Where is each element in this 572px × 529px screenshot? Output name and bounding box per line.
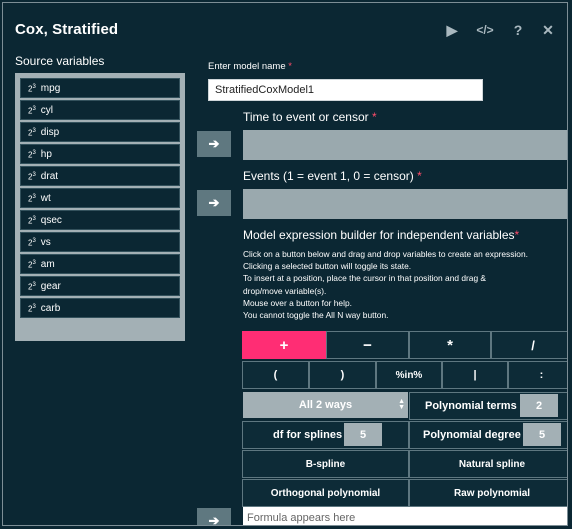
- updown-caret-icon: ▲ ▼: [398, 398, 405, 411]
- time-to-event-dropzone[interactable]: [243, 130, 567, 160]
- arrow-right-icon: ➔: [208, 195, 220, 210]
- numeric-type-icon: 23: [28, 237, 36, 248]
- source-variable-label: vs: [40, 236, 51, 248]
- source-variable-label: cyl: [40, 104, 54, 116]
- source-variable-item[interactable]: 23 cyl: [20, 100, 180, 120]
- df-splines-button[interactable]: df for splines: [242, 421, 409, 449]
- numeric-type-icon: 23: [28, 149, 36, 160]
- time-to-event-label: Time to event or censor *: [243, 110, 377, 124]
- polynomial-degree-input[interactable]: 5: [523, 423, 561, 446]
- source-variable-label: qsec: [40, 214, 62, 226]
- natural-spline-button[interactable]: Natural spline: [409, 450, 567, 478]
- numeric-type-icon-sup: 3: [32, 303, 36, 310]
- orthogonal-polynomial-button[interactable]: Orthogonal polynomial: [242, 479, 409, 507]
- title-toolbar: ▶ </> ? ✕: [445, 23, 555, 37]
- df-splines-input[interactable]: 5: [344, 423, 382, 446]
- move-to-formula-button[interactable]: ➔: [197, 508, 231, 526]
- source-variable-label: drat: [40, 170, 59, 182]
- numeric-type-icon: 23: [28, 281, 36, 292]
- multiply-button[interactable]: *: [409, 331, 491, 359]
- dialog-title: Cox, Stratified: [15, 21, 119, 38]
- numeric-type-icon: 23: [28, 83, 36, 94]
- source-variable-item[interactable]: 23 disp: [20, 122, 180, 142]
- source-variable-label: hp: [40, 148, 52, 160]
- source-variable-label: wt: [40, 192, 51, 204]
- code-icon[interactable]: </>: [475, 23, 495, 37]
- events-dropzone[interactable]: [243, 189, 567, 219]
- numeric-type-icon: 23: [28, 127, 36, 138]
- source-variable-item[interactable]: 23 wt: [20, 188, 180, 208]
- source-variable-label: carb: [40, 302, 61, 314]
- help-line: drop/move variable(s).: [243, 285, 327, 296]
- source-variable-item[interactable]: 23 carb: [20, 298, 180, 318]
- all-ways-select[interactable]: All 2 ways ▲ ▼: [243, 392, 408, 418]
- minus-button[interactable]: −: [326, 331, 409, 359]
- numeric-type-icon-sup: 3: [32, 149, 36, 156]
- colon-button[interactable]: :: [508, 361, 567, 389]
- numeric-type-icon-sup: 3: [32, 237, 36, 244]
- help-line: You cannot toggle the All N way button.: [243, 310, 389, 321]
- numeric-type-icon-sup: 3: [32, 281, 36, 288]
- help-line: Click on a button below and drag and dro…: [243, 249, 528, 259]
- numeric-type-icon-sup: 3: [32, 127, 36, 134]
- close-icon[interactable]: ✕: [541, 23, 555, 37]
- plus-button[interactable]: +: [242, 331, 326, 359]
- arrow-right-icon: ➔: [208, 513, 220, 526]
- builder-help-text: Click on a button below and drag and dro…: [243, 248, 567, 321]
- help-line: Clicking a selected button will toggle i…: [243, 261, 412, 272]
- numeric-type-icon-sup: 3: [32, 259, 36, 266]
- source-variable-item[interactable]: 23 hp: [20, 144, 180, 164]
- source-variable-item[interactable]: 23 mpg: [20, 78, 180, 98]
- numeric-type-icon-sup: 3: [32, 193, 36, 200]
- source-variables-list: 23 mpg 23 cyl 23 disp 23 hp 23 drat 23 wt 23 qsec 23 vs…: [15, 73, 185, 341]
- source-variable-item[interactable]: 23 qsec: [20, 210, 180, 230]
- numeric-type-icon: 23: [28, 259, 36, 270]
- raw-polynomial-button[interactable]: Raw polynomial: [409, 479, 567, 507]
- arrow-right-icon: ➔: [208, 136, 220, 151]
- numeric-type-icon-sup: 3: [32, 215, 36, 222]
- source-variable-label: gear: [40, 280, 61, 292]
- numeric-type-icon-sup: 3: [32, 105, 36, 112]
- source-variable-item[interactable]: 23 am: [20, 254, 180, 274]
- source-variable-item[interactable]: 23 vs: [20, 232, 180, 252]
- numeric-type-icon: 23: [28, 193, 36, 204]
- numeric-type-icon-sup: 3: [32, 83, 36, 90]
- dialog-window: Cox, Stratified ▶ </> ? ✕ Source variabl…: [2, 2, 568, 526]
- polynomial-terms-input[interactable]: 2: [520, 394, 558, 417]
- divide-button[interactable]: /: [491, 331, 567, 359]
- source-variables-label: Source variables: [15, 54, 105, 68]
- move-to-events-button[interactable]: ➔: [197, 190, 231, 216]
- numeric-type-icon-sup: 3: [32, 171, 36, 178]
- model-name-input[interactable]: StratifiedCoxModel1: [208, 79, 483, 101]
- events-label: Events (1 = event 1, 0 = censor) *: [243, 169, 422, 183]
- close-paren-button[interactable]: ): [309, 361, 376, 389]
- source-variable-label: am: [40, 258, 55, 270]
- source-variable-item[interactable]: 23 gear: [20, 276, 180, 296]
- builder-label: Model expression builder for independent…: [243, 228, 520, 242]
- help-line: To insert at a position, place the curso…: [243, 273, 487, 284]
- play-icon[interactable]: ▶: [445, 23, 459, 37]
- bspline-button[interactable]: B-spline: [242, 450, 409, 478]
- source-variable-label: disp: [40, 126, 60, 138]
- help-line: Mouse over a button for help.: [243, 297, 352, 308]
- help-icon[interactable]: ?: [511, 23, 525, 37]
- source-variable-item[interactable]: 23 drat: [20, 166, 180, 186]
- numeric-type-icon: 23: [28, 303, 36, 314]
- numeric-type-icon: 23: [28, 215, 36, 226]
- open-paren-button[interactable]: (: [242, 361, 309, 389]
- in-operator-button[interactable]: %in%: [376, 361, 442, 389]
- formula-input[interactable]: Formula appears here: [243, 507, 567, 525]
- model-name-label: Enter model name *: [208, 61, 292, 72]
- pipe-button[interactable]: |: [442, 361, 508, 389]
- source-variable-label: mpg: [40, 82, 61, 94]
- move-to-time-button[interactable]: ➔: [197, 131, 231, 157]
- numeric-type-icon: 23: [28, 171, 36, 182]
- numeric-type-icon: 23: [28, 105, 36, 116]
